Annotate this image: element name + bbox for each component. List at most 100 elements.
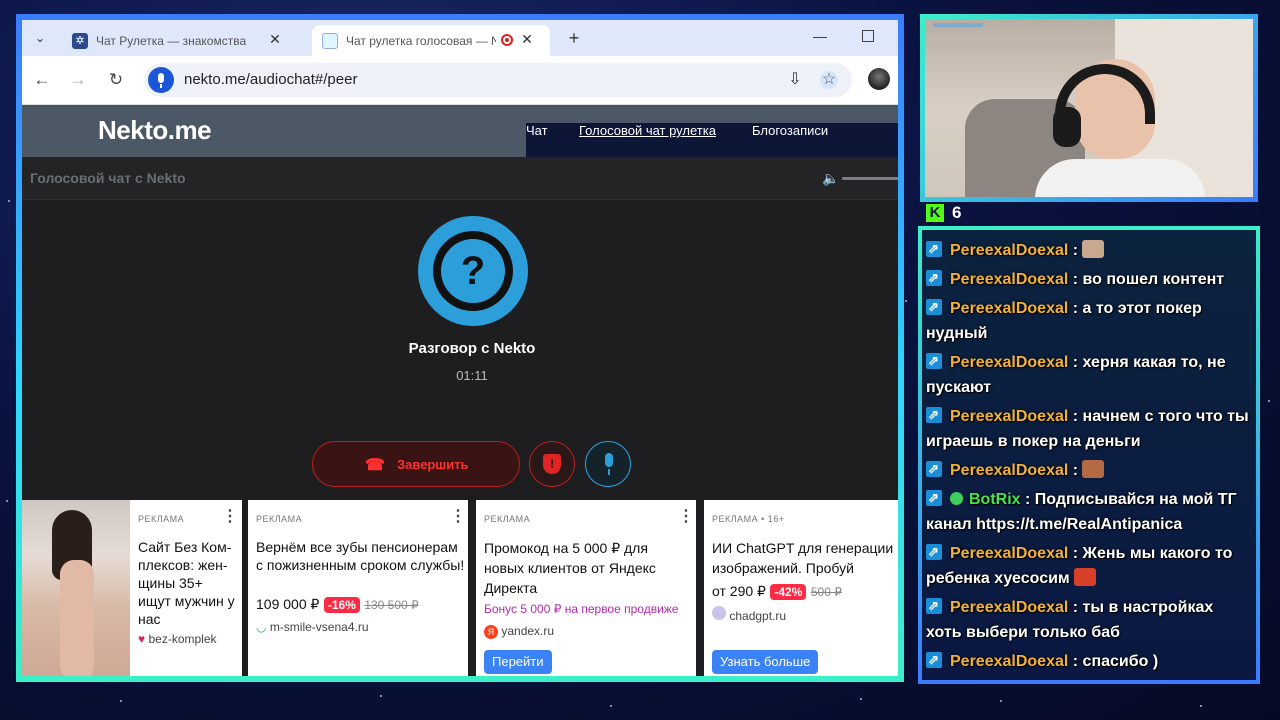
report-button[interactable]: ! xyxy=(529,441,575,487)
microphone-permission-icon[interactable] xyxy=(148,67,174,93)
chat-message: PereexalDoexal : xyxy=(926,236,1252,263)
tab-title: Чат рулетка голосовая — Ne xyxy=(346,34,496,48)
chat-message: PereexalDoexal : начнем с того что ты иг… xyxy=(926,402,1252,454)
ad-cta-button[interactable]: Узнать больше xyxy=(712,650,819,674)
chat-text: : xyxy=(1072,462,1079,479)
nekto-page: Nekto.me Чат Голосовой чат рулетка Блого… xyxy=(22,105,898,676)
subscriber-badge-icon xyxy=(926,456,942,481)
ad-domain: ◡ m-smile-vsena4.ru xyxy=(256,620,369,634)
chat-message: PereexalDoexal : а то этот покер нудный xyxy=(926,294,1252,346)
chat-username[interactable]: PereexalDoexal xyxy=(950,354,1068,371)
ad-domain: Я yandex.ru xyxy=(484,624,554,639)
site-header: Nekto.me Чат Голосовой чат рулетка Блого… xyxy=(22,105,898,175)
ad-title[interactable]: Сайт Без Ком-плексов: жен-щины 35+ ищут … xyxy=(138,538,238,628)
maximize-button[interactable] xyxy=(862,30,874,42)
chat-message: PereexalDoexal : во пошел контент xyxy=(926,265,1252,292)
subscriber-badge-icon xyxy=(926,236,942,261)
forward-arrow-icon[interactable]: → xyxy=(66,68,90,92)
chat-username[interactable]: PereexalDoexal xyxy=(950,462,1068,479)
chat-message: PereexalDoexal : спасибо ) xyxy=(926,647,1252,674)
back-arrow-icon[interactable]: ← xyxy=(30,68,54,92)
chat-username[interactable]: PereexalDoexal xyxy=(950,545,1068,562)
chat-username[interactable]: PereexalDoexal xyxy=(950,408,1068,425)
headphone-cup xyxy=(1053,107,1081,147)
chat-text: : спасибо ) xyxy=(1072,653,1159,670)
chat-username[interactable]: PereexalDoexal xyxy=(950,599,1068,616)
url-field[interactable]: nekto.me/audiochat#/peer ⇩ ☆ xyxy=(144,63,852,97)
subscriber-badge-icon xyxy=(926,485,942,510)
volume-slider[interactable] xyxy=(842,177,898,180)
tab-chat-roulette[interactable]: ✲ Чат Рулетка — знакомства и общ ✕ xyxy=(62,25,302,56)
nekto-favicon-icon xyxy=(322,33,338,49)
bookmark-star-icon[interactable]: ☆ xyxy=(820,71,838,89)
chat-username[interactable]: PereexalDoexal xyxy=(950,242,1068,259)
chat-username[interactable]: BotRix xyxy=(969,491,1021,508)
ad-label: РЕКЛАМА • 16+ xyxy=(712,514,785,524)
call-timer: 01:11 xyxy=(456,368,488,383)
ad-card[interactable]: РЕКЛАМА ⋮ Промокод на 5 000 ₽ для новых … xyxy=(476,500,696,676)
ad-card[interactable]: РЕКЛАМА • 16+ ИИ ChatGPT для генерации и… xyxy=(704,500,898,676)
tab-voice-roulette[interactable]: Чат рулетка голосовая — Ne ✕ xyxy=(312,25,550,56)
tab-search-dropdown-icon[interactable]: ⌄ xyxy=(28,26,52,50)
ad-title[interactable]: Вернём все зубы пенсионерам с пожизненны… xyxy=(256,538,466,574)
yandex-icon: Я xyxy=(484,625,498,639)
webcam-shirt xyxy=(1035,159,1205,197)
ad-card[interactable]: РЕКЛАМА ⋮ Сайт Без Ком-плексов: жен-щины… xyxy=(22,500,242,676)
chat-message: PereexalDoexal : xyxy=(926,456,1252,483)
verified-check-icon xyxy=(950,492,963,505)
chat-username[interactable]: PereexalDoexal xyxy=(950,271,1068,288)
ad-cta-button[interactable]: Перейти xyxy=(484,650,552,674)
ad-domain: ♥ bez-komplek xyxy=(138,632,238,646)
volume-icon[interactable]: 🔈 xyxy=(822,170,839,186)
nav-link-blog[interactable]: Блогозаписи xyxy=(752,123,828,138)
browser-window-frame: ⌄ ✲ Чат Рулетка — знакомства и общ ✕ Чат… xyxy=(16,14,904,682)
chat-messages: PereexalDoexal : PereexalDoexal : во пош… xyxy=(926,236,1252,678)
ad-domain-text: chadgpt.ru xyxy=(729,609,787,623)
tab-title: Чат Рулетка — знакомства и общ xyxy=(96,34,246,48)
tab-close-icon[interactable]: ✕ xyxy=(518,30,536,48)
ad-price: от 290 ₽ xyxy=(712,583,766,599)
browser-window: ⌄ ✲ Чат Рулетка — знакомства и общ ✕ Чат… xyxy=(22,20,898,676)
reload-icon[interactable]: ↻ xyxy=(104,68,128,92)
install-app-icon[interactable]: ⇩ xyxy=(786,71,804,89)
webcam-feed xyxy=(925,19,1253,197)
minimize-button[interactable]: — xyxy=(808,24,832,48)
tab-close-icon[interactable]: ✕ xyxy=(266,30,284,48)
nav-link-voice-chat[interactable]: Голосовой чат рулетка xyxy=(579,123,716,138)
kick-logo-icon: K xyxy=(926,204,944,222)
chat-subheader-title: Голосовой чат с Nekto xyxy=(30,170,186,186)
ad-title[interactable]: Промокод на 5 000 ₽ для новых клиентов о… xyxy=(484,538,674,598)
webcam-overlay-decoration xyxy=(933,23,983,27)
ad-image-figure xyxy=(60,560,94,676)
ad-old-price: 500 ₽ xyxy=(810,585,842,599)
chat-roulette-favicon-icon: ✲ xyxy=(72,33,88,49)
more-options-icon[interactable]: ⋮ xyxy=(450,508,466,526)
question-mark-icon: ? xyxy=(441,239,505,303)
ad-image xyxy=(22,500,130,676)
chat-username[interactable]: PereexalDoexal xyxy=(950,300,1068,317)
ad-card[interactable]: РЕКЛАМА ⋮ Вернём все зубы пенсионерам с … xyxy=(248,500,468,676)
site-logo[interactable]: Nekto.me xyxy=(98,115,212,146)
ad-bonus: Бонус 5 000 ₽ на первое продвиже xyxy=(484,602,679,616)
more-options-icon[interactable]: ⋮ xyxy=(222,508,238,526)
address-bar: ← → ↻ nekto.me/audiochat#/peer ⇩ ☆ xyxy=(22,56,898,105)
profile-avatar[interactable] xyxy=(868,68,890,90)
more-options-icon[interactable]: ⋮ xyxy=(678,508,694,526)
ad-strip: РЕКЛАМА ⋮ Сайт Без Ком-плексов: жен-щины… xyxy=(22,500,898,676)
stream-chat: PereexalDoexal : PereexalDoexal : во пош… xyxy=(922,230,1256,680)
smile-icon: ◡ xyxy=(256,620,270,634)
subscriber-badge-icon xyxy=(926,593,942,618)
url-text[interactable]: nekto.me/audiochat#/peer xyxy=(184,71,357,88)
end-call-label: Завершить xyxy=(397,457,469,472)
chat-message: PereexalDoexal : Жень мы какого то ребен… xyxy=(926,539,1252,591)
recording-indicator-icon xyxy=(501,34,513,46)
chat-username[interactable]: PereexalDoexal xyxy=(950,653,1068,670)
subscriber-badge-icon xyxy=(926,402,942,427)
end-call-button[interactable]: ☎ Завершить xyxy=(312,441,520,487)
heart-icon: ♥ xyxy=(138,632,149,646)
stream-chat-frame: PereexalDoexal : PereexalDoexal : во пош… xyxy=(918,226,1260,684)
chat-message: PereexalDoexal : херня какая то, не пуск… xyxy=(926,348,1252,400)
microphone-button[interactable] xyxy=(585,441,631,487)
new-tab-button[interactable]: + xyxy=(562,26,586,50)
ad-title[interactable]: ИИ ChatGPT для генерации изображений. Пр… xyxy=(712,538,898,578)
